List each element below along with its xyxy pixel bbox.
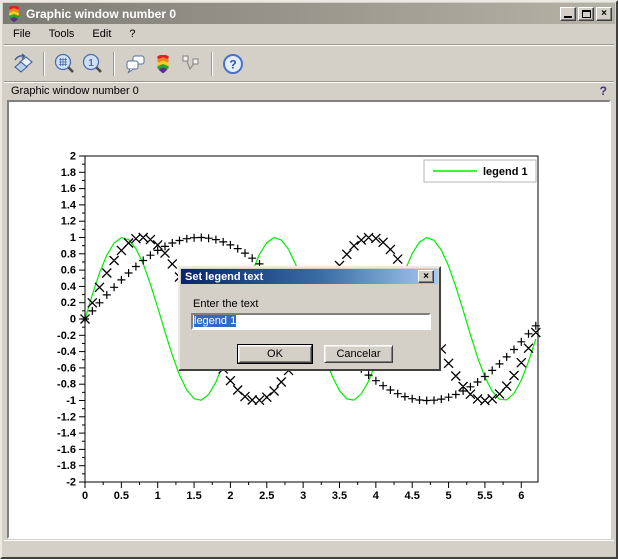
status-bar: [4, 540, 614, 555]
scilab-icon: [6, 6, 22, 22]
rotate-icon: [12, 53, 34, 75]
svg-text:1.4: 1.4: [61, 199, 77, 211]
svg-text:-1.2: -1.2: [57, 411, 76, 423]
info-text: Graphic window number 0: [11, 85, 139, 97]
minimize-icon: [564, 16, 572, 18]
svg-text:0.5: 0.5: [114, 490, 129, 502]
help-icon: ?: [222, 53, 244, 75]
svg-text:0.6: 0.6: [61, 265, 76, 277]
svg-text:3.5: 3.5: [332, 490, 347, 502]
dialog-title: Set legend text: [185, 271, 418, 283]
svg-text:5: 5: [446, 490, 452, 502]
ok-button[interactable]: OK: [238, 345, 312, 363]
svg-text:3: 3: [300, 490, 306, 502]
svg-text:1.6: 1.6: [61, 183, 76, 195]
svg-text:-1.4: -1.4: [57, 428, 77, 440]
zoom-one-icon: 1: [82, 53, 104, 75]
menu-edit[interactable]: Edit: [90, 27, 113, 41]
scilab-icon: [154, 55, 172, 73]
datatips-icon: [180, 53, 202, 75]
svg-text:2: 2: [70, 151, 76, 163]
dialog-label: Enter the text: [193, 298, 258, 310]
svg-text:1: 1: [88, 58, 94, 69]
svg-text:2: 2: [227, 490, 233, 502]
menu-bar: File Tools Edit ?: [3, 25, 615, 43]
input-selected-text: legend 1: [194, 315, 236, 327]
svg-text:0.8: 0.8: [61, 248, 76, 260]
info-help-icon[interactable]: ?: [600, 84, 607, 98]
maximize-icon: [582, 10, 591, 18]
dialog-close-button[interactable]: ×: [418, 270, 434, 283]
svg-text:6: 6: [518, 490, 524, 502]
ged-icon: [124, 53, 146, 75]
menu-file[interactable]: File: [11, 27, 33, 41]
svg-text:1.8: 1.8: [61, 167, 76, 179]
minimize-button[interactable]: [560, 7, 576, 21]
window-titlebar[interactable]: Graphic window number 0 ×: [3, 3, 615, 24]
maximize-button[interactable]: [578, 7, 594, 21]
toolbar-separator: [43, 52, 45, 76]
ged-button[interactable]: [121, 50, 149, 78]
toolbar: 1: [3, 46, 615, 81]
svg-text:1: 1: [155, 490, 161, 502]
svg-text:legend 1: legend 1: [483, 166, 528, 178]
help-button[interactable]: ?: [219, 50, 247, 78]
svg-text:0: 0: [82, 490, 88, 502]
svg-text:-0.8: -0.8: [57, 379, 76, 391]
svg-text:2.5: 2.5: [259, 490, 274, 502]
window-title: Graphic window number 0: [26, 7, 558, 21]
svg-text:-0.4: -0.4: [57, 346, 77, 358]
svg-text:-1: -1: [66, 395, 76, 407]
svg-text:-0.6: -0.6: [57, 362, 76, 374]
svg-text:-0.2: -0.2: [57, 330, 76, 342]
cancel-button[interactable]: Cancelar: [324, 345, 393, 363]
svg-text:4.5: 4.5: [405, 490, 420, 502]
svg-text:1: 1: [70, 232, 76, 244]
legend-text-input[interactable]: legend 1: [191, 313, 431, 330]
graphic-window: Graphic window number 0 × File Tools Edi…: [0, 0, 618, 559]
dialog-titlebar[interactable]: Set legend text ×: [181, 269, 438, 284]
set-legend-dialog: Set legend text × Enter the text legend …: [178, 266, 441, 371]
svg-text:1.5: 1.5: [186, 490, 201, 502]
rotate-button[interactable]: [9, 50, 37, 78]
svg-text:-2: -2: [66, 477, 76, 489]
zoom-area-icon: [54, 53, 76, 75]
svg-text:0: 0: [70, 314, 76, 326]
toolbar-separator: [211, 52, 213, 76]
svg-text:-1.6: -1.6: [57, 444, 76, 456]
close-button[interactable]: ×: [596, 7, 612, 21]
toolbar-separator: [113, 52, 115, 76]
svg-text:1.2: 1.2: [61, 216, 76, 228]
menu-help[interactable]: ?: [127, 27, 137, 41]
datatips-button[interactable]: [177, 50, 205, 78]
svg-text:4: 4: [373, 490, 380, 502]
zoom-area-button[interactable]: [51, 50, 79, 78]
svg-text:0.4: 0.4: [61, 281, 77, 293]
info-bar: Graphic window number 0 ?: [3, 82, 615, 100]
svg-text:5.5: 5.5: [477, 490, 492, 502]
svg-text:?: ?: [229, 57, 236, 71]
scilab-home-button[interactable]: [149, 50, 177, 78]
svg-text:-1.8: -1.8: [57, 460, 76, 472]
zoom-reset-button[interactable]: 1: [79, 50, 107, 78]
svg-text:0.2: 0.2: [61, 297, 76, 309]
menu-tools[interactable]: Tools: [47, 27, 77, 41]
